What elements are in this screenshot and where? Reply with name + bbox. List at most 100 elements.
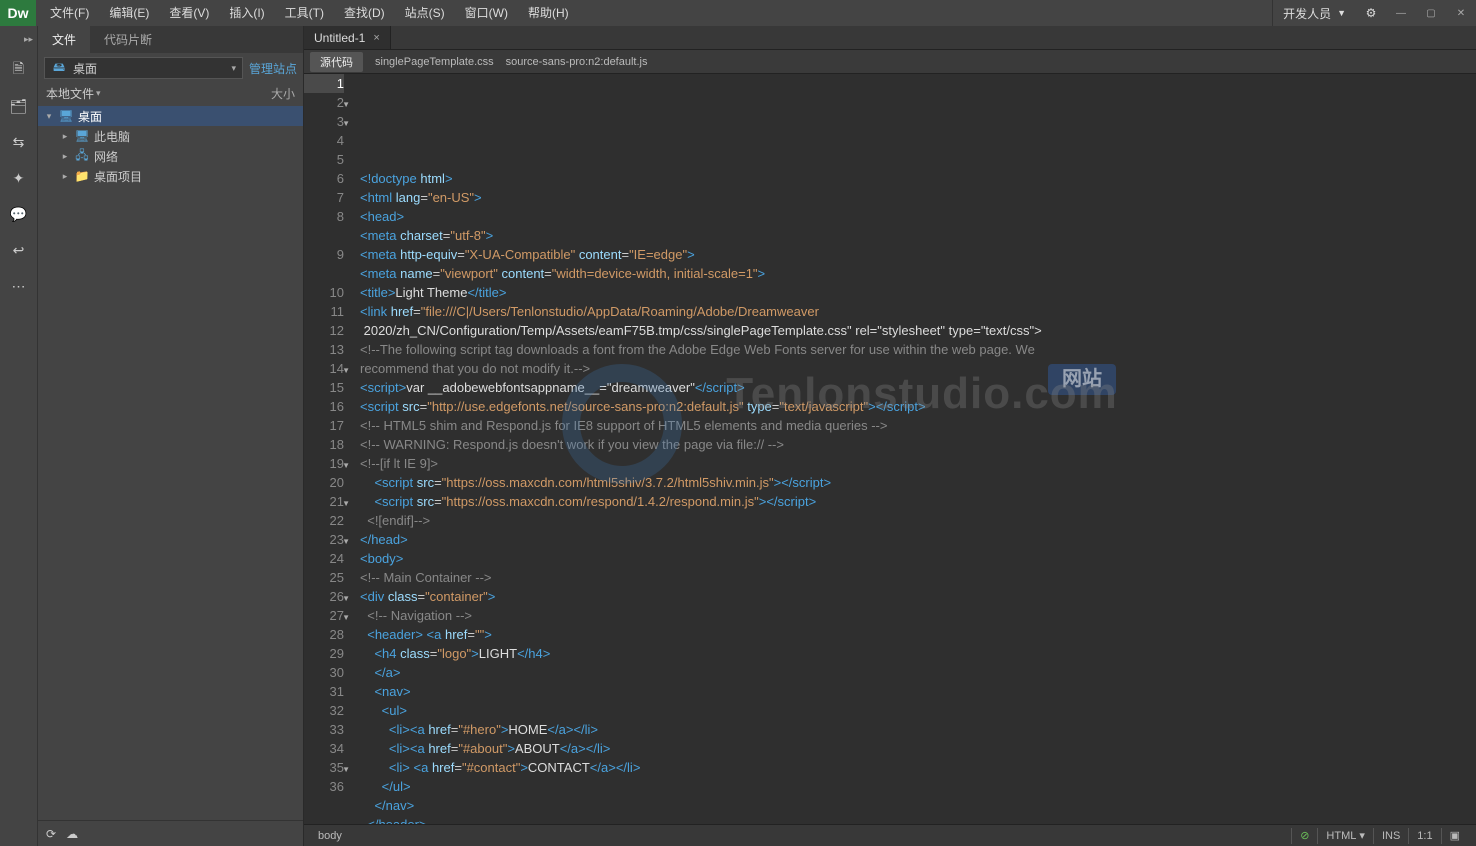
site-dropdown[interactable]: 🖴 桌面 ▾ (44, 57, 243, 79)
menu-item[interactable]: 查看(V) (159, 0, 219, 26)
gutter-line[interactable]: 7 (304, 188, 344, 207)
menu-item[interactable]: 查找(D) (334, 0, 395, 26)
wrap-icon[interactable]: ↩ (7, 238, 31, 262)
more-icon[interactable]: ⋯ (7, 274, 31, 298)
code-line[interactable]: </head> (360, 530, 1476, 549)
gutter-line[interactable]: 13 (304, 340, 344, 359)
status-ins[interactable]: INS (1373, 828, 1408, 844)
code-line[interactable]: <div class="container"> (360, 587, 1476, 606)
gutter-line[interactable]: 2▼ (304, 93, 344, 112)
gutter-line[interactable]: 16 (304, 397, 344, 416)
rail-collapse-icon[interactable]: ▸▸ (0, 32, 37, 46)
wand-icon[interactable]: ✦ (7, 166, 31, 190)
code-line[interactable]: <script src="http://use.edgefonts.net/so… (360, 397, 1476, 416)
gutter-line[interactable]: 15 (304, 378, 344, 397)
code-line[interactable]: 2020/zh_CN/Configuration/Temp/Assets/eam… (360, 321, 1476, 340)
code-line[interactable]: <li><a href="#about">ABOUT</a></li> (360, 739, 1476, 758)
tree-root-desktop[interactable]: ▾ 🖥 桌面 (38, 106, 303, 126)
gutter-line[interactable] (304, 226, 344, 245)
maximize-button[interactable]: ▢ (1416, 0, 1446, 26)
code-line[interactable]: </header> (360, 815, 1476, 824)
code-content[interactable]: 网站 Tenlonstudio.com <!doctype html><html… (352, 74, 1476, 824)
settings-sync-icon[interactable]: ⚙ (1356, 0, 1386, 26)
code-line[interactable]: <li> <a href="#contact">CONTACT</a></li> (360, 758, 1476, 777)
gutter-line[interactable]: 27▼ (304, 606, 344, 625)
breadcrumb[interactable]: body (312, 830, 348, 842)
manage-icon[interactable]: 🗂 (7, 94, 31, 118)
code-line[interactable]: </ul> (360, 777, 1476, 796)
code-line[interactable]: <!-- Main Container --> (360, 568, 1476, 587)
menu-item[interactable]: 编辑(E) (99, 0, 159, 26)
gutter-line[interactable]: 12 (304, 321, 344, 340)
code-line[interactable]: <!doctype html> (360, 169, 1476, 188)
status-screen-icon[interactable]: ▣ (1441, 828, 1468, 844)
code-line[interactable]: <script src="https://oss.maxcdn.com/resp… (360, 492, 1476, 511)
gutter-line[interactable]: 9 (304, 245, 344, 264)
refresh-icon[interactable]: ⟳ (46, 827, 56, 841)
gutter-line[interactable]: 24 (304, 549, 344, 568)
file-icon[interactable]: 🗎 (7, 58, 31, 82)
gutter-line[interactable]: 32 (304, 701, 344, 720)
related-file[interactable]: source-sans-pro:n2:default.js (506, 56, 648, 68)
code-line[interactable]: <!--The following script tag downloads a… (360, 340, 1476, 359)
menu-item[interactable]: 窗口(W) (455, 0, 518, 26)
code-line[interactable]: <title>Light Theme</title> (360, 283, 1476, 302)
menu-item[interactable]: 站点(S) (395, 0, 455, 26)
code-line[interactable]: <script src="https://oss.maxcdn.com/html… (360, 473, 1476, 492)
close-button[interactable]: ✕ (1446, 0, 1476, 26)
gutter-line[interactable] (304, 264, 344, 283)
gutter-line[interactable]: 19▼ (304, 454, 344, 473)
code-line[interactable]: <ul> (360, 701, 1476, 720)
tree-item-folder[interactable]: ▸ 📁 桌面项目 (38, 166, 303, 186)
gutter-line[interactable]: 21▼ (304, 492, 344, 511)
tab-files[interactable]: 文件 (38, 26, 90, 53)
code-line[interactable]: <header> <a href=""> (360, 625, 1476, 644)
expand-icon[interactable]: ▸ (60, 151, 70, 162)
gutter-line[interactable]: 4 (304, 131, 344, 150)
gutter-line[interactable]: 26▼ (304, 587, 344, 606)
code-line[interactable]: </nav> (360, 796, 1476, 815)
gutter-line[interactable]: 11 (304, 302, 344, 321)
gutter-line[interactable]: 14▼ (304, 359, 344, 378)
code-line[interactable]: <!--[if lt IE 9]> (360, 454, 1476, 473)
swap-icon[interactable]: ⇆ (7, 130, 31, 154)
tab-snippets[interactable]: 代码片断 (90, 26, 166, 53)
code-line[interactable]: <![endif]--> (360, 511, 1476, 530)
gutter-line[interactable]: 35▼ (304, 758, 344, 777)
gutter-line[interactable]: 29 (304, 644, 344, 663)
gutter-line[interactable]: 28 (304, 625, 344, 644)
status-pos[interactable]: 1:1 (1408, 828, 1440, 844)
comment-icon[interactable]: 💬 (7, 202, 31, 226)
source-code-chip[interactable]: 源代码 (310, 52, 363, 72)
gutter-line[interactable]: 18 (304, 435, 344, 454)
workspace-switcher[interactable]: 开发人员 ▼ (1272, 0, 1356, 26)
gutter-line[interactable]: 23▼ (304, 530, 344, 549)
chevron-down-icon[interactable]: ▾ (96, 88, 101, 99)
code-line[interactable]: <html lang="en-US"> (360, 188, 1476, 207)
code-line[interactable]: <li><a href="#hero">HOME</a></li> (360, 720, 1476, 739)
gutter-line[interactable]: 6 (304, 169, 344, 188)
code-line[interactable]: </a> (360, 663, 1476, 682)
gutter-line[interactable]: 10 (304, 283, 344, 302)
code-line[interactable]: <!-- Navigation --> (360, 606, 1476, 625)
code-line[interactable]: <h4 class="logo">LIGHT</h4> (360, 644, 1476, 663)
expand-icon[interactable]: ▸ (60, 171, 70, 182)
gutter-line[interactable]: 3▼ (304, 112, 344, 131)
gutter-line[interactable]: 36 (304, 777, 344, 796)
menu-item[interactable]: 插入(I) (219, 0, 274, 26)
gutter-line[interactable]: 1 (304, 74, 344, 93)
code-line[interactable]: <link href="file:///C|/Users/Tenlonstudi… (360, 302, 1476, 321)
status-lang[interactable]: HTML ▾ (1317, 828, 1373, 844)
gutter-line[interactable]: 31 (304, 682, 344, 701)
code-editor[interactable]: 12▼3▼4567891011121314▼1516171819▼2021▼22… (304, 74, 1476, 824)
gutter-line[interactable]: 8 (304, 207, 344, 226)
expand-icon[interactable]: ▸ (60, 131, 70, 142)
expand-icon[interactable]: ▾ (44, 111, 54, 122)
gutter-line[interactable]: 20 (304, 473, 344, 492)
gutter-line[interactable]: 30 (304, 663, 344, 682)
code-line[interactable]: <!-- HTML5 shim and Respond.js for IE8 s… (360, 416, 1476, 435)
code-line[interactable]: <nav> (360, 682, 1476, 701)
tree-item-network[interactable]: ▸ 🖧 网络 (38, 146, 303, 166)
menu-item[interactable]: 文件(F) (40, 0, 99, 26)
close-icon[interactable]: × (373, 32, 379, 44)
